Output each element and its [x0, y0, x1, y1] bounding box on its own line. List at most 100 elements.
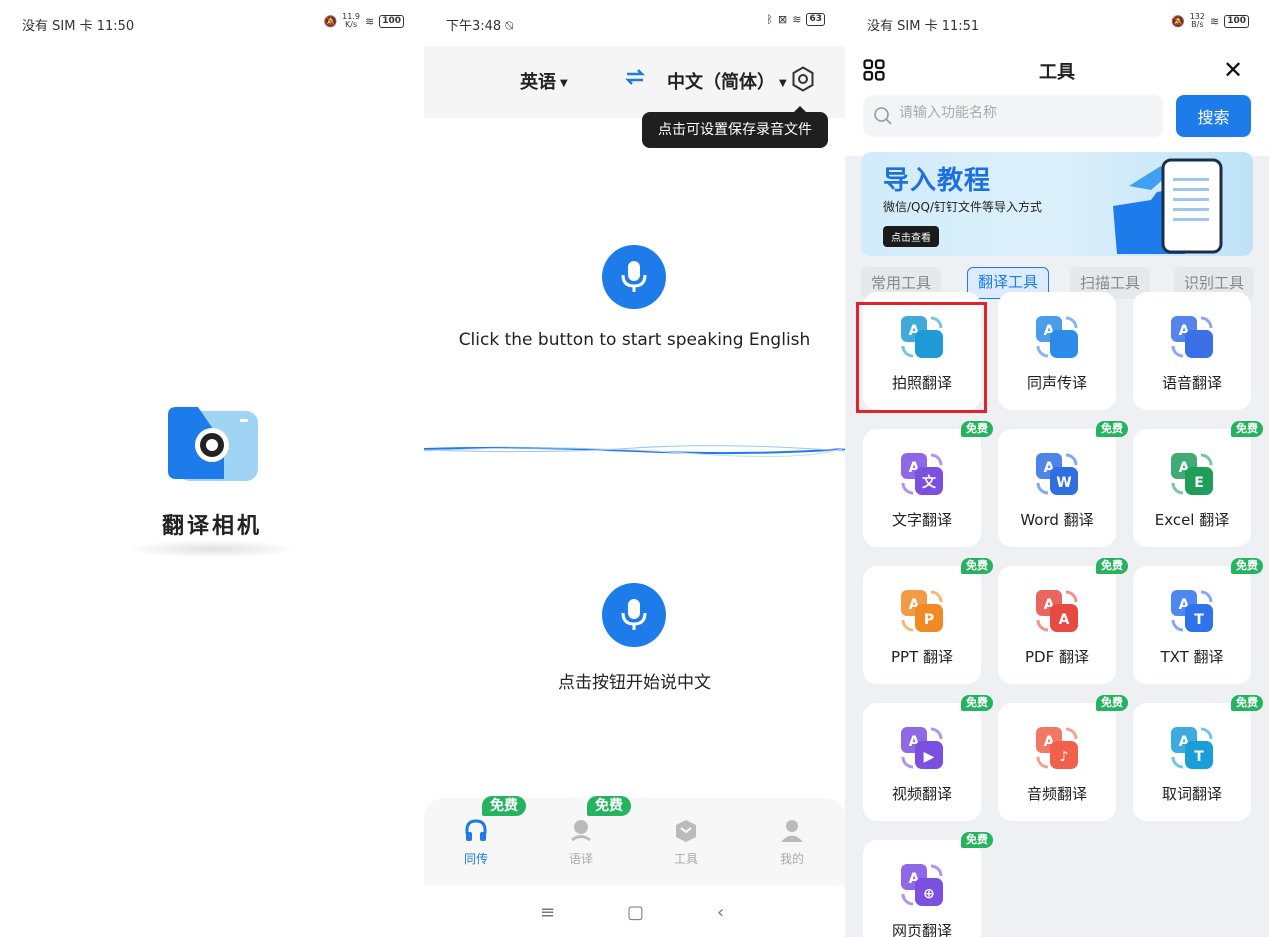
logo-shadow — [125, 540, 300, 558]
chinese-prompt: 点击按钮开始说中文 — [558, 673, 711, 693]
web-translate-icon: A⊕ — [901, 864, 943, 906]
back-nav-icon[interactable]: ‹ — [717, 902, 724, 923]
search-field[interactable] — [863, 95, 1163, 137]
settings-gear-icon[interactable] — [790, 66, 816, 92]
banner-view-button[interactable]: 点击查看 — [883, 226, 939, 247]
mute-icon: 🔕 — [323, 14, 338, 28]
tool-label: 音频翻译 — [1026, 785, 1087, 803]
word-pick-translate-icon: AT — [1171, 727, 1213, 769]
free-badge: 免费 — [961, 695, 993, 711]
tool-label: PPT 翻译 — [890, 648, 954, 666]
wifi-icon: ≋ — [364, 14, 375, 28]
tool-card-ppt-translate[interactable]: A P PPT 翻译 免费 — [863, 558, 993, 684]
tool-card-voice-translate[interactable]: A 语音翻译 — [1133, 292, 1251, 410]
home-nav-icon[interactable]: ▢ — [627, 902, 644, 923]
tab-profile[interactable]: 我的 — [762, 818, 822, 867]
free-badge: 免费 — [961, 832, 993, 848]
tool-card-txt-translate[interactable]: A T TXT 翻译 免费 — [1133, 558, 1263, 684]
menu-nav-icon[interactable]: ≡ — [540, 902, 555, 923]
headphones-icon — [465, 819, 487, 841]
camera-logo-icon — [168, 407, 258, 481]
close-icon[interactable]: ✕ — [1223, 56, 1243, 84]
audio-waveform — [424, 445, 845, 458]
tools-screen: 没有 SIM 卡 11:51 🔕 132B/s ≋ 100 工具 ✕ 搜索 导入… — [845, 0, 1269, 937]
battery-indicator: 100 — [379, 14, 404, 28]
free-badge: 免费 — [1231, 421, 1263, 437]
bottom-tab-bar: 同传 免费 语译 免费 工具 我的 — [424, 796, 845, 886]
microphone-icon — [621, 261, 647, 292]
svg-text:W: W — [1056, 475, 1071, 491]
english-mic-button[interactable] — [602, 245, 666, 309]
sim-off-icon: ⊠ — [778, 13, 788, 26]
target-language-select[interactable]: 中文（简体） ▼ — [667, 68, 787, 94]
system-nav-bar: ≡ ▢ ‹ — [424, 886, 845, 937]
net-speed: 11.9 K/s — [342, 12, 360, 29]
ppt-translate-icon: AP — [901, 590, 943, 632]
search-button[interactable]: 搜索 — [1176, 95, 1251, 137]
free-badge: 免费 — [482, 796, 526, 816]
import-tutorial-banner[interactable]: 导入教程 微信/QQ/钉钉文件等导入方式 点击查看 — [861, 152, 1253, 256]
tool-label: Excel 翻译 — [1154, 511, 1230, 529]
tab-tools[interactable]: 工具 — [656, 818, 716, 867]
tool-label: Word 翻译 — [1020, 511, 1094, 529]
banner-title: 导入教程 — [883, 166, 992, 196]
source-language-select[interactable]: 英语 ▼ — [520, 68, 568, 94]
video-translate-icon: A▶ — [901, 727, 943, 769]
status-carrier-time: 没有 SIM 卡 11:50 — [22, 19, 135, 34]
svg-text:P: P — [924, 612, 934, 628]
text-translate-icon: A文 — [901, 453, 943, 495]
carousel-dots — [1051, 248, 1063, 256]
english-prompt: Click the button to start speaking Engli… — [458, 330, 811, 350]
swap-languages-icon[interactable] — [624, 66, 646, 88]
settings-tooltip: 点击可设置保存录音文件 — [642, 106, 828, 148]
battery-indicator: 63 — [806, 13, 825, 26]
tool-card-web-translate[interactable]: A ⊕ 网页翻译 免费 — [863, 832, 993, 937]
audio-translate-icon: A♪ — [1036, 727, 1078, 769]
tab-voice-translate[interactable]: 语译 — [551, 818, 611, 867]
tool-card-simultaneous-interpret[interactable]: A 同声传译 — [998, 292, 1116, 410]
free-badge: 免费 — [1096, 695, 1128, 711]
tools-cube-icon — [676, 820, 696, 842]
tool-label: TXT 翻译 — [1160, 648, 1224, 666]
tool-card-audio-translate[interactable]: A ♪ 音频翻译 免费 — [998, 695, 1128, 821]
svg-text:A: A — [1059, 612, 1070, 628]
svg-text:文: 文 — [922, 474, 937, 491]
status-carrier-time: 没有 SIM 卡 11:51 — [867, 19, 980, 34]
status-bar: 没有 SIM 卡 11:50 🔕 11.9 K/s ≋ 100 — [0, 0, 424, 46]
tool-card-excel-translate[interactable]: A E Excel 翻译 免费 — [1133, 421, 1263, 547]
wifi-icon: ≋ — [792, 13, 802, 26]
banner-subtitle: 微信/QQ/钉钉文件等导入方式 — [883, 200, 1042, 214]
txt-translate-icon: AT — [1171, 590, 1213, 632]
tab-interpret[interactable]: 同传 — [446, 818, 506, 867]
svg-text:▶: ▶ — [924, 749, 935, 765]
status-bar: 没有 SIM 卡 11:51 🔕 132 B/s ≋ 100 — [845, 0, 1269, 46]
page-title: 工具 — [1039, 62, 1075, 83]
tool-card-word-pick-translate[interactable]: A T 取词翻译 免费 — [1133, 695, 1263, 821]
tool-card-pdf-translate[interactable]: A A PDF 翻译 免费 — [998, 558, 1128, 684]
pdf-translate-icon: AA — [1036, 590, 1078, 632]
svg-text:⊕: ⊕ — [923, 886, 935, 902]
free-badge: 免费 — [1096, 558, 1128, 574]
tool-label: 视频翻译 — [891, 785, 952, 803]
svg-text:♪: ♪ — [1060, 749, 1069, 765]
tab-label: 语译 — [568, 852, 593, 866]
interpreter-screen: 下午3:48 ⍉ ᛒ ⊠ ≋ 63 英语 ▼ 中文（简体） ▼ 点击可设置保存录音文… — [424, 0, 845, 937]
tool-card-text-translate[interactable]: A 文文字翻译 免费 — [863, 421, 993, 547]
tool-card-word-translate[interactable]: A W Word 翻译 免费 — [998, 421, 1128, 547]
free-badge: 免费 — [1096, 421, 1128, 437]
free-badge: 免费 — [961, 421, 993, 437]
alarm-off-icon: ⍉ — [505, 19, 514, 34]
person-icon — [781, 820, 803, 842]
tab-label: 工具 — [673, 852, 698, 866]
free-badge: 免费 — [1231, 558, 1263, 574]
tool-label: 网页翻译 — [891, 922, 952, 937]
svg-text:T: T — [1194, 612, 1204, 628]
status-bar: 下午3:48 ⍉ ᛒ ⊠ ≋ 63 — [424, 0, 845, 46]
tool-label: 文字翻译 — [891, 511, 952, 529]
word-translate-icon: AW — [1036, 453, 1078, 495]
tool-card-video-translate[interactable]: A ▶ 视频翻译 免费 — [863, 695, 993, 821]
search-input[interactable] — [899, 105, 1149, 121]
status-time: 下午3:48 ⍉ — [446, 19, 514, 34]
free-badge: 免费 — [587, 796, 631, 816]
chinese-mic-button[interactable] — [602, 583, 666, 647]
